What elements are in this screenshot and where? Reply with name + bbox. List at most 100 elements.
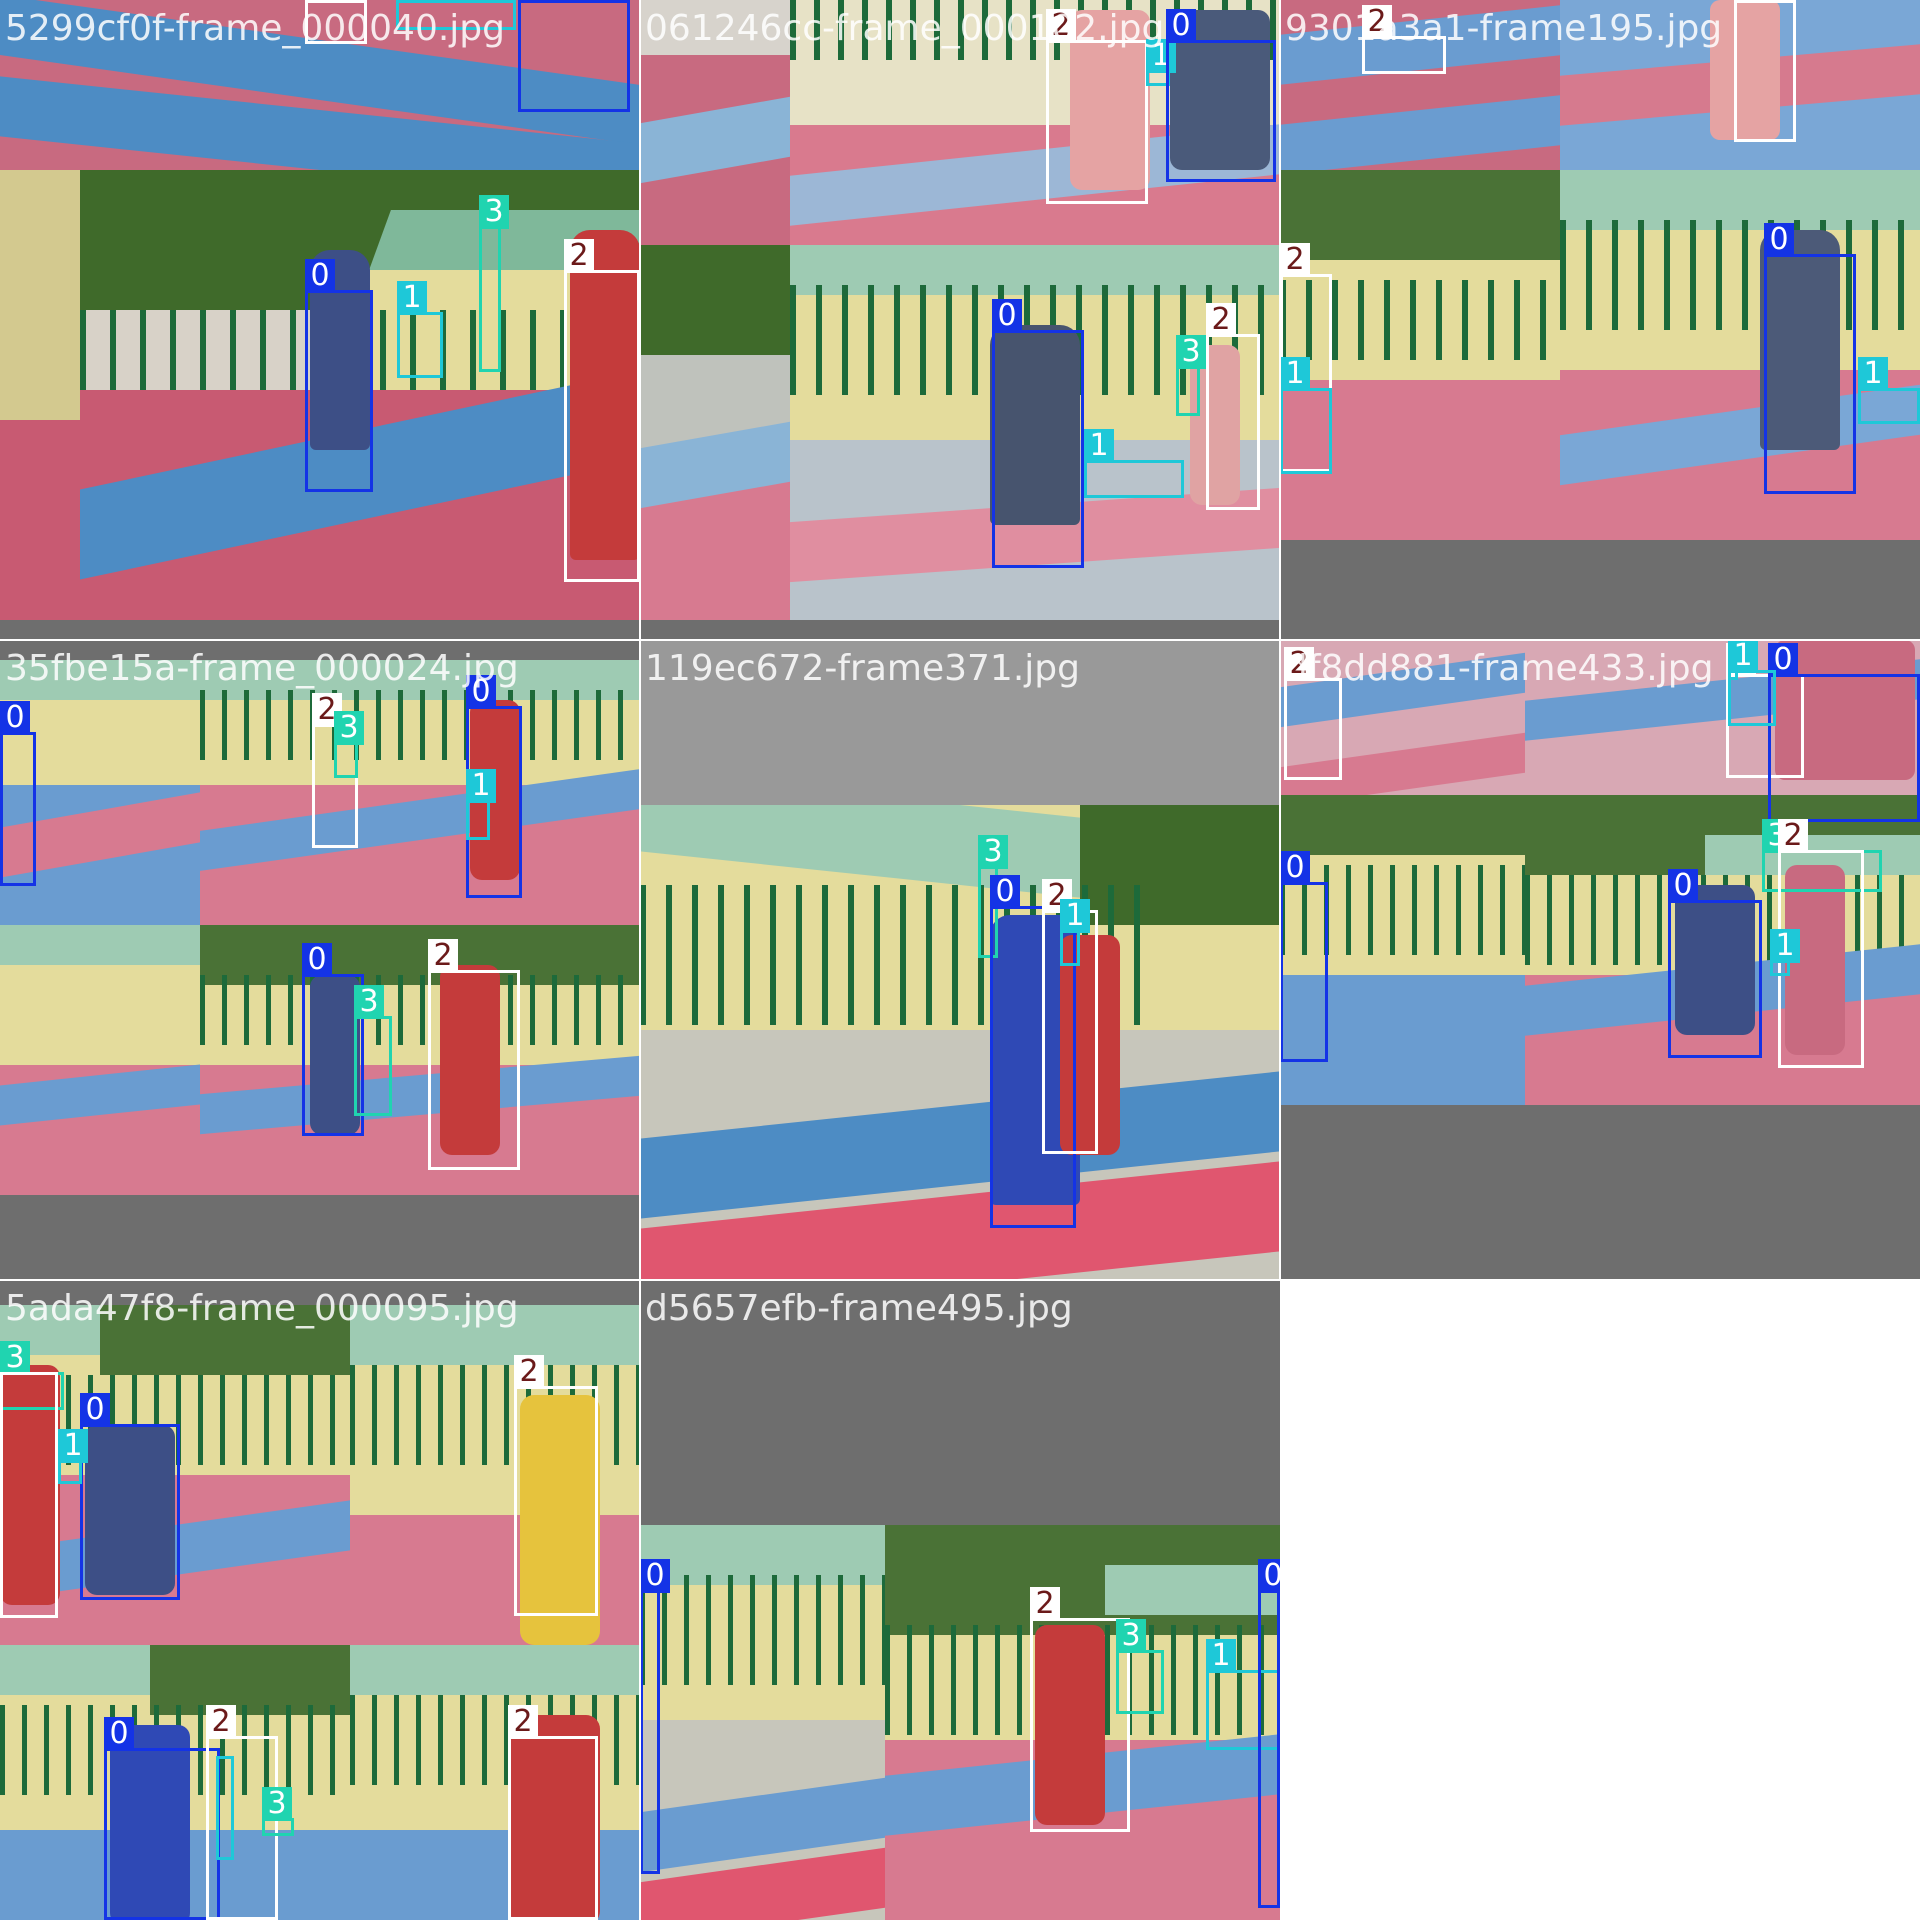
bbox-class-0: 0 bbox=[1764, 223, 1856, 494]
class-label: 0 bbox=[104, 1717, 134, 1751]
mosaic-tile-6: df8dd881-frame433.jpg 2 2 0 1 0 3 2 0 1 bbox=[1280, 640, 1920, 1280]
class-label: 2 bbox=[1030, 1587, 1060, 1621]
bbox-class-0: 0 bbox=[1166, 9, 1276, 182]
bbox-class-0: 0 bbox=[305, 259, 373, 492]
class-label: 3 bbox=[262, 1787, 292, 1821]
bbox-class-1: 1 bbox=[58, 1429, 88, 1484]
bbox-class-1 bbox=[216, 1756, 234, 1860]
class-label: 0 bbox=[1166, 9, 1196, 43]
bbox-class-2: 2 bbox=[428, 939, 520, 1170]
class-label: 0 bbox=[518, 0, 548, 3]
bbox-class-2: 2 bbox=[1206, 303, 1260, 510]
class-label: 2 bbox=[428, 939, 458, 973]
bbox-class-2: 2 bbox=[564, 239, 640, 582]
bbox-class-1: 1 bbox=[1280, 357, 1332, 474]
mosaic-tile-2: 061246cc-frame_000102.jpg 2 1 0 0 1 3 2 bbox=[640, 0, 1280, 640]
class-label: 3 bbox=[1176, 335, 1206, 369]
class-label: 0 bbox=[305, 259, 335, 293]
tile-filename: 119ec672-frame371.jpg bbox=[645, 648, 1080, 689]
class-label: 3 bbox=[354, 985, 384, 1019]
bbox-class-3: 3 bbox=[479, 195, 509, 372]
tile-filename: 35fbe15a-frame_000024.jpg bbox=[5, 648, 519, 689]
mosaic-tile-8: d5657efb-frame495.jpg 0 2 3 1 0 bbox=[640, 1280, 1280, 1920]
class-label: 3 bbox=[0, 1341, 30, 1375]
bbox-class-1: 1 bbox=[466, 769, 496, 840]
sub-image bbox=[0, 925, 200, 1195]
bbox-class-3: 3 bbox=[262, 1787, 294, 1836]
class-label: 1 bbox=[1084, 429, 1114, 463]
class-label: 2 bbox=[564, 239, 594, 273]
class-label: 0 bbox=[80, 1393, 110, 1427]
class-label: 2 bbox=[508, 1705, 538, 1739]
class-label: 3 bbox=[1116, 1619, 1146, 1653]
class-label: 0 bbox=[1280, 851, 1310, 885]
mosaic-tile-5: 119ec672-frame371.jpg 3 0 2 1 bbox=[640, 640, 1280, 1280]
bbox-class-0: 0 bbox=[1668, 869, 1762, 1058]
class-label: 1 bbox=[1060, 899, 1090, 933]
mosaic-tile-3: 9301a3a1-frame195.jpg 2 2 0 1 2 1 bbox=[1280, 0, 1920, 640]
class-label: 0 bbox=[1258, 1559, 1280, 1593]
bbox-class-0: 0 bbox=[992, 299, 1084, 568]
class-label: 0 bbox=[302, 943, 332, 977]
class-label: 2 bbox=[1778, 819, 1808, 853]
sub-image bbox=[640, 805, 1280, 1280]
bbox-class-2: 2 bbox=[508, 1705, 598, 1920]
class-label: 2 bbox=[305, 0, 335, 3]
bbox-class-0: 0 bbox=[1280, 851, 1328, 1062]
class-label: 1 bbox=[397, 281, 427, 315]
sub-image bbox=[0, 170, 80, 620]
grid-divider bbox=[0, 1279, 1920, 1281]
bbox-class-1: 1 bbox=[1770, 929, 1800, 976]
class-label: 1 bbox=[1280, 357, 1310, 391]
bbox-class-0: 0 bbox=[0, 701, 36, 886]
bbox-class-2: 2 bbox=[514, 1355, 598, 1616]
bbox-class-2 bbox=[0, 1372, 58, 1618]
tile-filename: 061246cc-frame_000102.jpg bbox=[645, 8, 1165, 49]
class-label: 3 bbox=[334, 711, 364, 745]
bbox-class-3: 3 bbox=[354, 985, 392, 1116]
class-label: 1 bbox=[1728, 640, 1758, 673]
class-label: 2 bbox=[514, 1355, 544, 1389]
grid-divider bbox=[0, 639, 1920, 641]
class-label: 0 bbox=[640, 1559, 670, 1593]
bbox-class-3: 3 bbox=[334, 711, 364, 778]
bbox-class-1 bbox=[1728, 670, 1776, 726]
mosaic-tile-4: 35fbe15a-frame_000024.jpg 0 2 3 0 1 0 3 … bbox=[0, 640, 640, 1280]
class-label: 0 bbox=[1764, 223, 1794, 257]
class-label: 1 bbox=[1770, 929, 1800, 963]
mosaic-tile-7: 5ada47f8-frame_000095.jpg 3 0 1 2 0 2 3 … bbox=[0, 1280, 640, 1920]
bbox-class-3: 3 bbox=[1116, 1619, 1164, 1714]
bbox-class-2: 2 bbox=[1030, 1587, 1130, 1832]
sub-image bbox=[1560, 170, 1920, 540]
bbox-class-1: 1 bbox=[1084, 429, 1184, 498]
class-label: 2 bbox=[1206, 303, 1236, 337]
class-label: 1 bbox=[1858, 357, 1888, 391]
tile-filename: 5299cf0f-frame_000040.jpg bbox=[5, 8, 506, 49]
sub-image bbox=[200, 925, 640, 1195]
bbox-class-0: 0 bbox=[518, 0, 630, 112]
class-label: 2 bbox=[1734, 0, 1764, 3]
bbox-class-0: 0 bbox=[80, 1393, 180, 1600]
class-label: 1 bbox=[1206, 1639, 1236, 1673]
bbox-class-0: 0 bbox=[1258, 1559, 1280, 1908]
tile-filename: d5657efb-frame495.jpg bbox=[645, 1288, 1073, 1329]
bbox-class-1: 1 bbox=[397, 281, 443, 378]
class-label: 1 bbox=[466, 769, 496, 803]
bbox-class-1: 1 bbox=[1060, 899, 1090, 966]
class-label: 1 bbox=[396, 0, 426, 3]
class-label: 3 bbox=[978, 835, 1008, 869]
bbox-class-0: 0 bbox=[104, 1717, 220, 1920]
sub-image bbox=[200, 660, 640, 925]
tile-filename: 9301a3a1-frame195.jpg bbox=[1285, 8, 1723, 49]
class-label: 0 bbox=[1668, 869, 1698, 903]
bbox-class-3: 3 bbox=[1176, 335, 1206, 416]
tile-filename: df8dd881-frame433.jpg bbox=[1285, 648, 1714, 689]
class-label: 1 bbox=[58, 1429, 88, 1463]
grid-divider bbox=[639, 0, 641, 1920]
class-label: 2 bbox=[206, 1705, 236, 1739]
class-label: 0 bbox=[0, 701, 30, 735]
bbox-class-0: 0 bbox=[640, 1559, 670, 1874]
class-label: 0 bbox=[992, 299, 1022, 333]
sub-image bbox=[640, 245, 790, 620]
bbox-class-2: 2 bbox=[1734, 0, 1796, 142]
